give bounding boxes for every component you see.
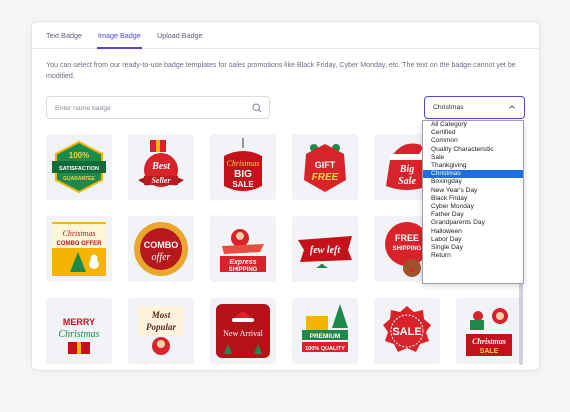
chevron-up-icon: [509, 105, 515, 109]
badge-text: 100%: [69, 151, 89, 160]
badge-text: SALE: [392, 326, 421, 338]
badge-premium-quality[interactable]: PREMIUM 100% QUALITY: [292, 298, 358, 364]
badge-text: MERRY: [63, 317, 95, 327]
category-option[interactable]: Labor Day: [423, 236, 523, 244]
badge-text: Christmas: [227, 159, 260, 168]
badge-text: Sale: [398, 176, 416, 187]
badge-text: offer: [152, 252, 171, 263]
tab-image-badge[interactable]: Image Badge: [98, 31, 141, 40]
search-box: [46, 96, 270, 119]
tab-upload-badge[interactable]: Upload Badge: [157, 31, 203, 40]
category-option[interactable]: Thankgiving: [423, 162, 523, 170]
category-option-selected[interactable]: Christmas: [423, 170, 523, 179]
badge-express-shipping[interactable]: Express SHIPPING: [210, 216, 276, 282]
category-option[interactable]: Quality Characteristic: [423, 146, 523, 154]
badge-text: Most: [151, 310, 171, 320]
search-icon[interactable]: [252, 103, 262, 113]
badge-text: New Arrival: [223, 329, 264, 338]
badge-christmas-big-sale[interactable]: Christmas BIG SALE: [210, 134, 276, 200]
badge-text: SALE: [480, 348, 499, 355]
badge-text: Popular: [146, 322, 177, 332]
badge-text: SATISFACTION: [59, 166, 99, 172]
category-option[interactable]: All Category: [423, 121, 523, 129]
category-option[interactable]: Boxingday: [423, 178, 523, 186]
description-text: You can select from our ready-to-use bad…: [46, 61, 516, 80]
category-option[interactable]: Halloween: [423, 228, 523, 236]
tab-text-badge[interactable]: Text Badge: [46, 31, 82, 40]
badge-text: 100% QUALITY: [305, 346, 345, 352]
tab-bar: Text Badge Image Badge Upload Badge: [32, 22, 539, 49]
badge-text: Christmas: [63, 229, 96, 238]
badge-text: Christmas: [472, 337, 506, 346]
category-option[interactable]: Single Day: [423, 244, 523, 252]
badge-text: COMBO: [144, 240, 179, 250]
category-select-value: Christmas: [433, 104, 464, 111]
category-dropdown-list: All Category Certified Common Quality Ch…: [422, 120, 524, 284]
badge-text: GIFT: [315, 160, 336, 170]
category-select[interactable]: Christmas: [424, 96, 525, 119]
category-option[interactable]: Sale: [423, 154, 523, 162]
badge-satisfaction-guarantee[interactable]: 100% SATISFACTION GUARANTEE: [46, 134, 112, 200]
badge-sale[interactable]: SALE: [374, 298, 440, 364]
badge-few-left[interactable]: few left: [292, 216, 358, 282]
category-option[interactable]: Return: [423, 252, 523, 260]
category-option[interactable]: Certified: [423, 129, 523, 137]
category-option[interactable]: Black Friday: [423, 195, 523, 203]
badge-text: BIG: [234, 169, 252, 180]
badge-text: Express: [229, 259, 256, 266]
badge-christmas-sale[interactable]: Christmas SALE: [456, 298, 522, 364]
badge-text: SALE: [232, 180, 254, 189]
badge-gift-free[interactable]: GIFT FREE: [292, 134, 358, 200]
badge-text: COMBO OFFER: [57, 241, 103, 247]
badge-merry-christmas[interactable]: MERRY Christmas: [46, 298, 112, 364]
badge-text: Big: [399, 164, 414, 175]
badge-text: FREE: [395, 233, 419, 243]
badge-text: PREMIUM: [310, 333, 341, 340]
badge-text: few left: [310, 245, 341, 256]
badge-text: FREE: [312, 172, 339, 183]
badge-christmas-combo-offer[interactable]: Christmas COMBO OFFER: [46, 216, 112, 282]
badge-text: GUARANTEE: [63, 176, 95, 182]
search-input[interactable]: [55, 102, 245, 114]
badge-text: SHIPPING: [393, 246, 422, 252]
badge-text: Seller: [151, 176, 171, 185]
badge-text: SHIPPING: [229, 267, 258, 273]
badge-combo-offer[interactable]: COMBO offer: [128, 216, 194, 282]
badge-new-arrival[interactable]: New Arrival: [210, 298, 276, 364]
category-option[interactable]: Grandparents Day: [423, 219, 523, 227]
badge-most-popular[interactable]: Most Popular: [128, 298, 194, 364]
badge-text: Best: [151, 161, 171, 172]
category-option[interactable]: Common: [423, 137, 523, 145]
badge-best-seller[interactable]: Best Seller: [128, 134, 194, 200]
active-tab-indicator: [97, 47, 142, 49]
category-option[interactable]: Cyber Monday: [423, 203, 523, 211]
category-option[interactable]: Father Day: [423, 211, 523, 219]
category-option[interactable]: New Year's Day: [423, 187, 523, 195]
badge-text: Christmas: [58, 329, 99, 340]
